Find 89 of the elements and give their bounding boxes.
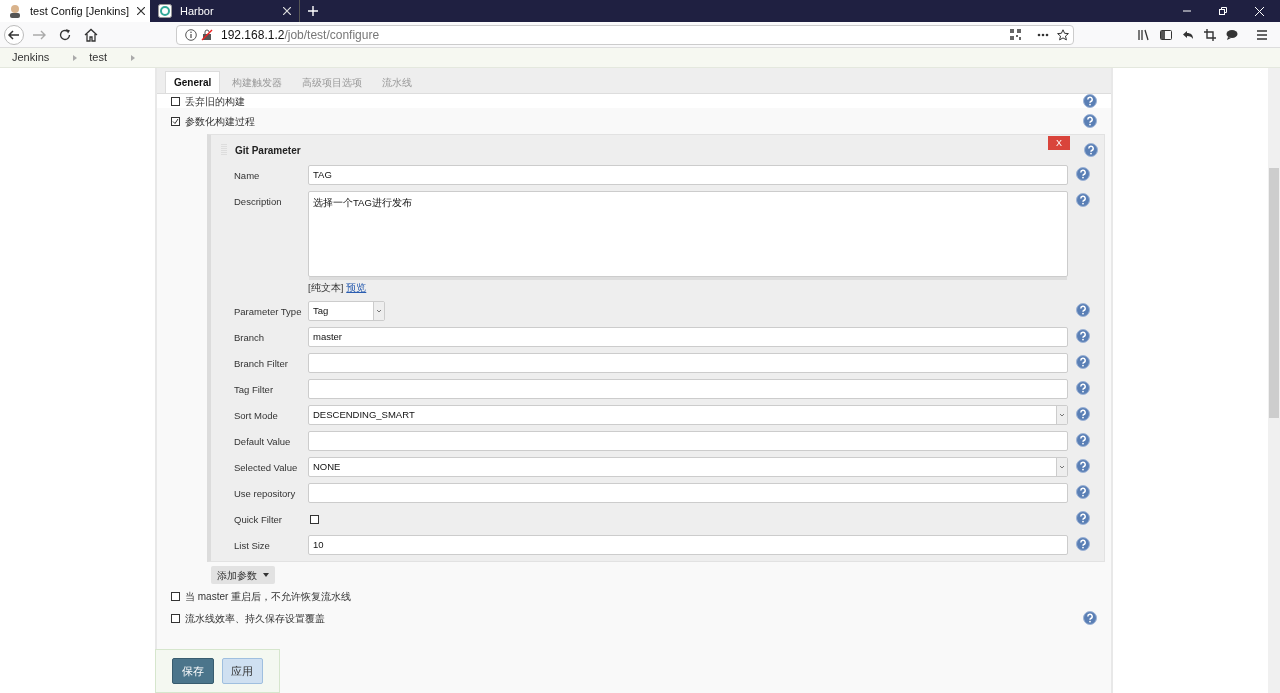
caret-icon [1056,458,1067,477]
checkbox[interactable] [171,613,180,623]
crop-icon[interactable] [1204,28,1216,41]
library-icon[interactable] [1138,28,1150,41]
help-icon[interactable] [1076,355,1090,370]
insecure-lock-icon [201,28,213,41]
delete-button[interactable]: X [1048,136,1070,150]
breadcrumb-link[interactable]: test [89,49,108,66]
help-icon[interactable] [1076,381,1090,396]
save-button[interactable]: 保存 [172,658,214,684]
field-label: Name [234,169,261,183]
input-field[interactable]: TAG [308,165,1068,185]
input-field[interactable] [308,483,1068,504]
help-icon[interactable] [1076,433,1090,448]
qr-code-icon[interactable] [1010,29,1021,40]
address-bar[interactable]: 192.168.1.2/job/test/configure [176,24,1074,45]
field-label: Use repository [234,487,297,502]
help-icon[interactable] [1083,611,1097,626]
dropdown[interactable]: NONE [308,457,1068,478]
help-icon[interactable] [1083,114,1097,128]
restore-icon[interactable] [1219,7,1227,15]
section-title: Git Parameter [235,143,301,158]
reply-icon[interactable] [1182,28,1194,41]
preview-link[interactable]: 预览 [346,281,367,296]
home-icon[interactable] [84,27,98,42]
minimize-icon[interactable] [1183,7,1191,15]
butler-icon [8,4,22,18]
help-icon[interactable] [1084,143,1098,157]
more-icon[interactable] [1037,32,1049,37]
field-label: Selected Value [234,461,299,476]
checkbox[interactable] [171,96,180,106]
chevron-icon [131,54,136,61]
field-label: Tag Filter [234,383,275,398]
field-label: Branch [234,331,266,346]
caret-icon [1056,406,1067,425]
help-icon[interactable] [1076,329,1090,344]
field-label: Branch Filter [234,357,289,372]
scrollbar[interactable] [1268,68,1280,693]
help-icon[interactable] [1076,537,1090,552]
star-icon[interactable] [1057,28,1069,41]
info-icon [185,28,197,41]
field-label: Default Value [234,435,292,450]
format-label: [纯文本] [308,281,344,295]
input-field[interactable] [308,353,1068,374]
browser-tab[interactable]: test Config [Jenkins] [0,0,150,22]
dropdown[interactable]: Tag [308,301,385,322]
help-icon[interactable] [1076,511,1090,526]
field-label: Quick Filter [234,513,284,528]
help-icon[interactable] [1076,459,1090,474]
breadcrumb-link[interactable]: Jenkins [12,49,50,66]
field-label: Sort Mode [234,409,279,424]
close-icon[interactable] [137,7,146,15]
help-icon[interactable] [1083,94,1097,108]
field-label: Description [234,195,283,209]
chat-icon[interactable] [1226,28,1238,41]
helm-icon [158,4,172,18]
chevron-icon [73,54,78,61]
caret-icon [373,302,384,321]
input-field[interactable]: 10 [308,535,1068,556]
back-icon[interactable] [4,24,24,45]
help-icon[interactable] [1076,193,1090,207]
field-label: List Size [234,539,271,554]
checkbox[interactable] [171,116,180,126]
add-parameter-button[interactable]: 添加参数 [211,566,275,585]
tab-title: Harbor [180,3,215,19]
caret-icon [263,573,269,578]
tab-title: test Config [Jenkins] [30,3,130,19]
menu-icon[interactable] [1256,28,1268,41]
dropdown[interactable]: DESCENDING_SMART [308,405,1068,426]
url-text: 192.168.1.2/job/test/configure [221,26,380,44]
option-label: 丢弃旧的构建 [185,94,245,109]
checkbox[interactable] [310,514,319,524]
option-label: 参数化构建过程 [185,114,255,129]
help-icon[interactable] [1076,485,1090,500]
apply-button[interactable]: 应用 [221,658,263,684]
option-label: 当 master 重启后，不允许恢复流水线 [185,589,352,604]
help-icon[interactable] [1076,407,1090,422]
help-icon[interactable] [1076,303,1090,318]
help-icon[interactable] [1076,167,1090,181]
sidebar-icon[interactable] [1160,28,1172,41]
input-field[interactable]: master [308,327,1068,348]
reload-icon[interactable] [58,27,72,42]
field-label: Parameter Type [234,305,303,320]
input-field[interactable] [308,379,1068,400]
text-area[interactable]: 选择一个TAG进行发布 [308,191,1068,277]
checkbox[interactable] [171,591,180,601]
input-field[interactable] [308,431,1068,452]
config-tab[interactable]: General [165,71,221,93]
option-label: 流水线效率、持久保存设置覆盖 [185,611,325,626]
